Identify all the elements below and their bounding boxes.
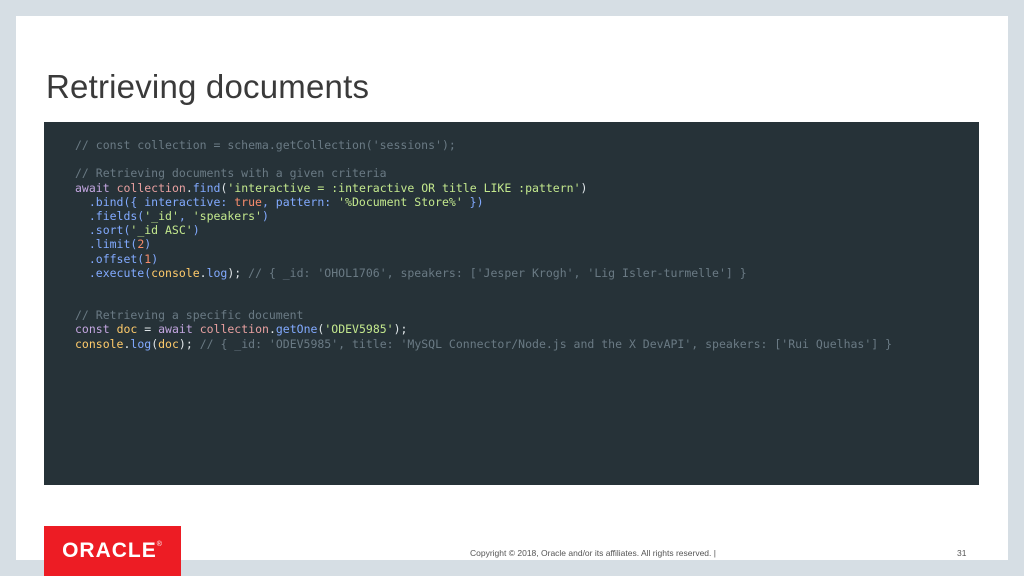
string-id: '_id' [144,208,179,223]
method-find: find [192,180,221,195]
oracle-logo: ORACLE® [44,526,181,576]
code-line-10: .execute(console.log); // { _id: 'OHOL17… [75,266,892,280]
method-offset: .offset( [75,251,145,266]
code-text: , pattern: [261,194,339,209]
identifier-doc: doc [116,322,138,337]
code-line-6: .fields('_id', 'speakers') [75,209,892,223]
punct-dot: . [268,322,276,337]
slide-title: Retrieving documents [46,68,370,105]
code-line-4: await collection.find('interactive = :in… [75,181,892,195]
oracle-logo-text: ORACLE® [44,526,181,576]
comment-result: // { _id: 'ODEV5985', title: 'MySQL Conn… [199,336,893,351]
method-limit: .limit( [75,237,138,252]
logo-wordmark: ORACLE [62,539,157,562]
method-bind: .bind({ interactive: [75,194,235,209]
code-line-15: console.log(doc); // { _id: 'ODEV5985', … [75,337,892,351]
code-text: , [178,208,193,223]
code-line-9: .offset(1) [75,252,892,266]
keyword-await: await [158,322,193,337]
code-text: ) [261,208,269,223]
code-text: ); [178,336,200,351]
code-panel: // const collection = schema.getCollecti… [44,122,979,485]
code-line-8: .limit(2) [75,237,892,251]
code-text: ) [192,223,200,238]
code-line-13: // Retrieving a specific document [75,308,304,323]
string-doc-id: 'ODEV5985' [324,322,394,337]
code-text: }) [462,194,484,209]
comment-result: // { _id: 'OHOL1706', speakers: ['Jesper… [248,265,747,280]
code-line-1: // const collection = schema.getCollecti… [75,138,456,152]
method-getone: getOne [275,322,318,337]
footer: ORACLE® Copyright © 2018, Oracle and/or … [0,510,1024,576]
copyright-text: Copyright © 2018, Oracle and/or its affi… [470,548,716,558]
identifier-collection: collection [116,180,186,195]
code-line-14: const doc = await collection.getOne('ODE… [75,322,892,336]
code-block: // const collection = schema.getCollecti… [75,138,892,351]
identifier-console: console [75,336,124,351]
method-log: log [206,265,228,280]
string-pattern: '%Document Store%' [338,194,463,209]
code-line-5: .bind({ interactive: true, pattern: '%Do… [75,195,892,209]
identifier-collection: collection [199,322,269,337]
method-execute: .execute( [75,265,152,280]
registered-mark: ® [156,541,163,548]
page-number: 31 [957,548,967,558]
code-line-3: // Retrieving documents with a given cri… [75,166,387,181]
string-sort: '_id ASC' [130,223,193,238]
slide: Retrieving documents // const collection… [16,16,1008,560]
method-sort: .sort( [75,223,131,238]
string-criteria: 'interactive = :interactive OR title LIK… [227,180,581,195]
code-text: ); [227,265,249,280]
code-line-7: .sort('_id ASC') [75,223,892,237]
literal-true: true [234,194,262,209]
punct-dot: . [199,265,207,280]
method-fields: .fields( [75,208,145,223]
code-text: ) [144,237,152,252]
string-speakers: 'speakers' [192,208,262,223]
punct-close: ) [580,180,588,195]
keyword-await: await [75,180,110,195]
punct-dot: . [185,180,193,195]
code-text: ) [151,251,159,266]
punct-close: ); [393,322,408,337]
method-log: log [130,336,152,351]
keyword-const: const [75,322,110,337]
identifier-console: console [151,265,200,280]
identifier-doc: doc [158,336,179,351]
operator-equals: = [137,322,159,337]
